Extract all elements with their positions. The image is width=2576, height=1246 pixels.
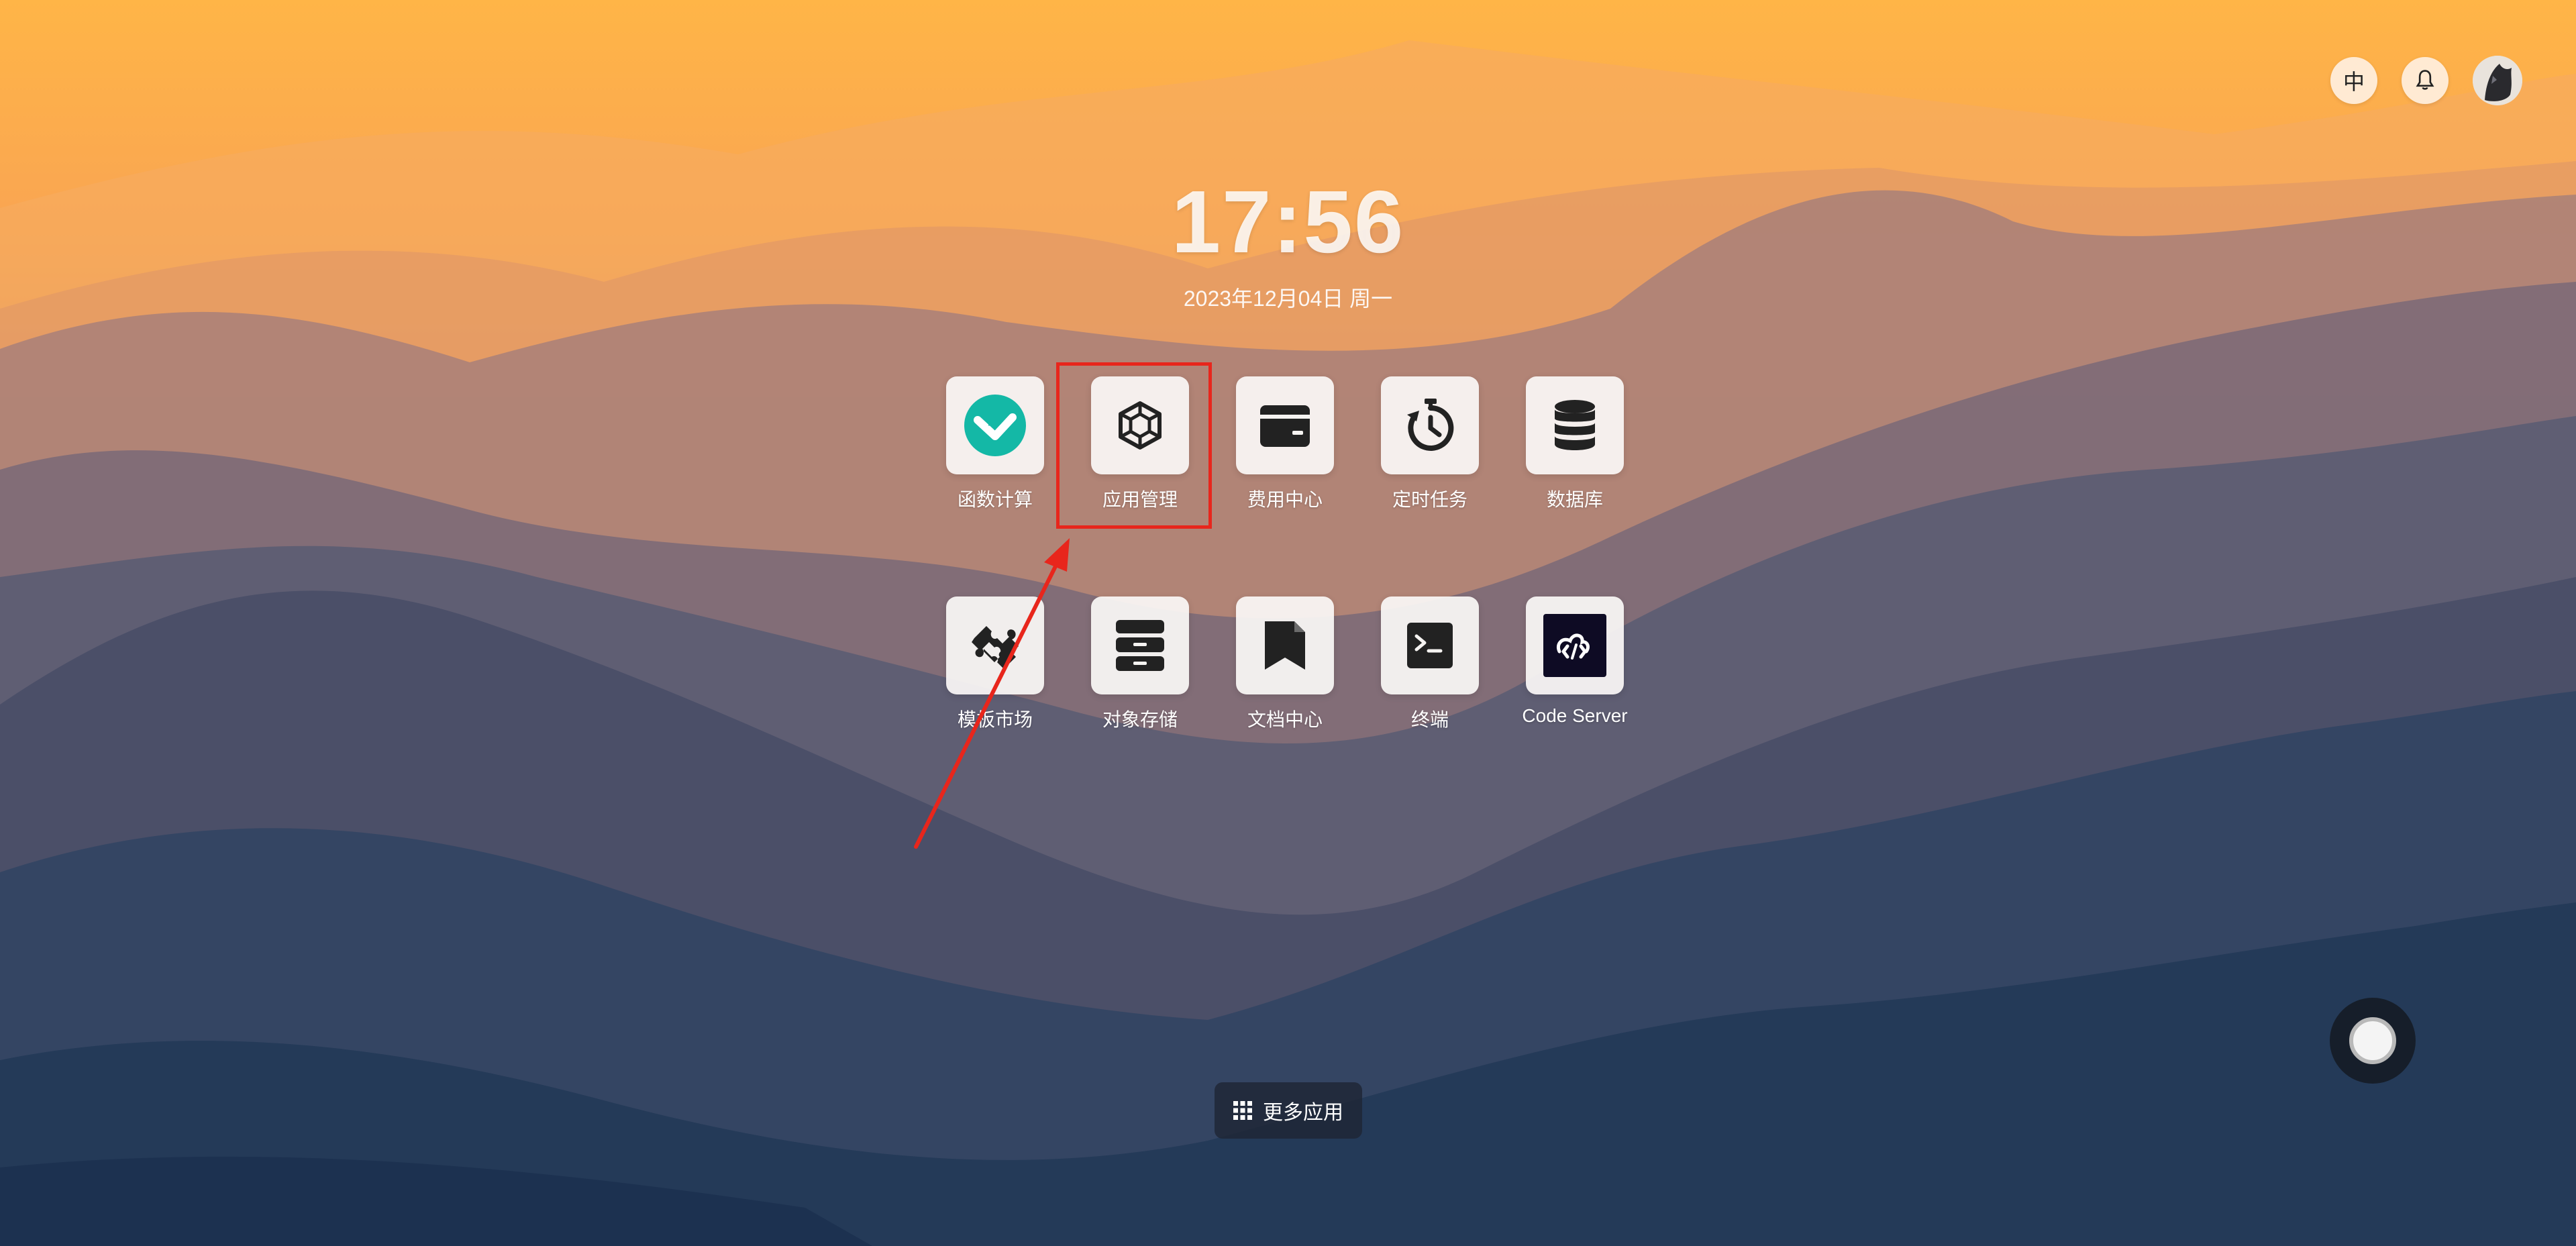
app-label: 费用中心 xyxy=(1247,489,1323,510)
app-code-server[interactable]: Code Server xyxy=(1522,596,1628,732)
app-tile[interactable] xyxy=(1526,376,1624,474)
app-label: 应用管理 xyxy=(1102,489,1178,510)
app-tile[interactable] xyxy=(1091,596,1189,694)
app-grid: 函数计算 应用管理 费用中心 定时任务 数据库 模板市场 对象存储 文档中心 终… xyxy=(946,376,1628,732)
app-label: Code Server xyxy=(1522,705,1628,726)
language-label: 中 xyxy=(2342,70,2365,94)
database-icon xyxy=(1555,400,1595,450)
storage-cabinet-icon xyxy=(1116,620,1164,671)
app-tile[interactable] xyxy=(1091,376,1189,474)
app-label: 文档中心 xyxy=(1247,709,1323,730)
more-apps-button[interactable]: 更多应用 xyxy=(1215,1082,1362,1139)
bell-icon xyxy=(2416,70,2434,90)
app-label: 对象存储 xyxy=(1102,709,1178,730)
app-tile[interactable] xyxy=(1526,596,1624,694)
app-tile[interactable] xyxy=(1381,376,1479,474)
avatar-image xyxy=(2473,56,2522,105)
app-database[interactable]: 数据库 xyxy=(1526,376,1624,512)
app-function-compute[interactable]: 函数计算 xyxy=(946,376,1044,512)
language-toggle-button[interactable]: 中 xyxy=(2330,57,2377,104)
more-apps-label: 更多应用 xyxy=(1263,1102,1343,1124)
app-tile[interactable] xyxy=(946,376,1044,474)
app-label: 模板市场 xyxy=(957,709,1033,730)
app-app-management[interactable]: 应用管理 xyxy=(1091,376,1189,512)
clock-time: 17:56 xyxy=(1171,172,1405,271)
app-tile[interactable] xyxy=(946,596,1044,694)
floating-assistant-button[interactable] xyxy=(2330,998,2416,1084)
clock-date: 2023年12月04日 周一 xyxy=(1183,287,1393,311)
wallet-icon xyxy=(1260,405,1310,447)
app-label: 定时任务 xyxy=(1392,489,1467,510)
app-label: 数据库 xyxy=(1546,489,1603,510)
puzzle-icon xyxy=(972,626,1019,669)
notification-button[interactable] xyxy=(2402,57,2449,104)
app-billing-center[interactable]: 费用中心 xyxy=(1236,376,1334,512)
app-template-market[interactable]: 模板市场 xyxy=(946,596,1044,732)
function-compute-icon xyxy=(964,395,1026,456)
app-object-storage[interactable]: 对象存储 xyxy=(1091,596,1189,732)
bookmark-doc-icon xyxy=(1265,621,1305,670)
app-tile[interactable] xyxy=(1381,596,1479,694)
desktop: 中 17:56 2023年12月04日 周一 函数计算 应用管理 费用中心 定时… xyxy=(0,0,2576,1246)
timer-icon xyxy=(1407,399,1454,451)
user-avatar[interactable] xyxy=(2473,56,2522,105)
top-toolbar: 中 xyxy=(2330,56,2522,105)
floating-ball-icon xyxy=(2349,1017,2396,1064)
app-management-icon xyxy=(1119,401,1162,450)
app-label: 终端 xyxy=(1410,709,1449,730)
app-doc-center[interactable]: 文档中心 xyxy=(1236,596,1334,732)
app-label: 函数计算 xyxy=(957,489,1033,510)
code-server-icon xyxy=(1543,614,1606,677)
app-tile[interactable] xyxy=(1236,376,1334,474)
grid-icon xyxy=(1233,1101,1252,1120)
app-terminal[interactable]: 终端 xyxy=(1381,596,1479,732)
app-tile[interactable] xyxy=(1236,596,1334,694)
terminal-icon xyxy=(1407,623,1453,668)
app-scheduled-tasks[interactable]: 定时任务 xyxy=(1381,376,1479,512)
